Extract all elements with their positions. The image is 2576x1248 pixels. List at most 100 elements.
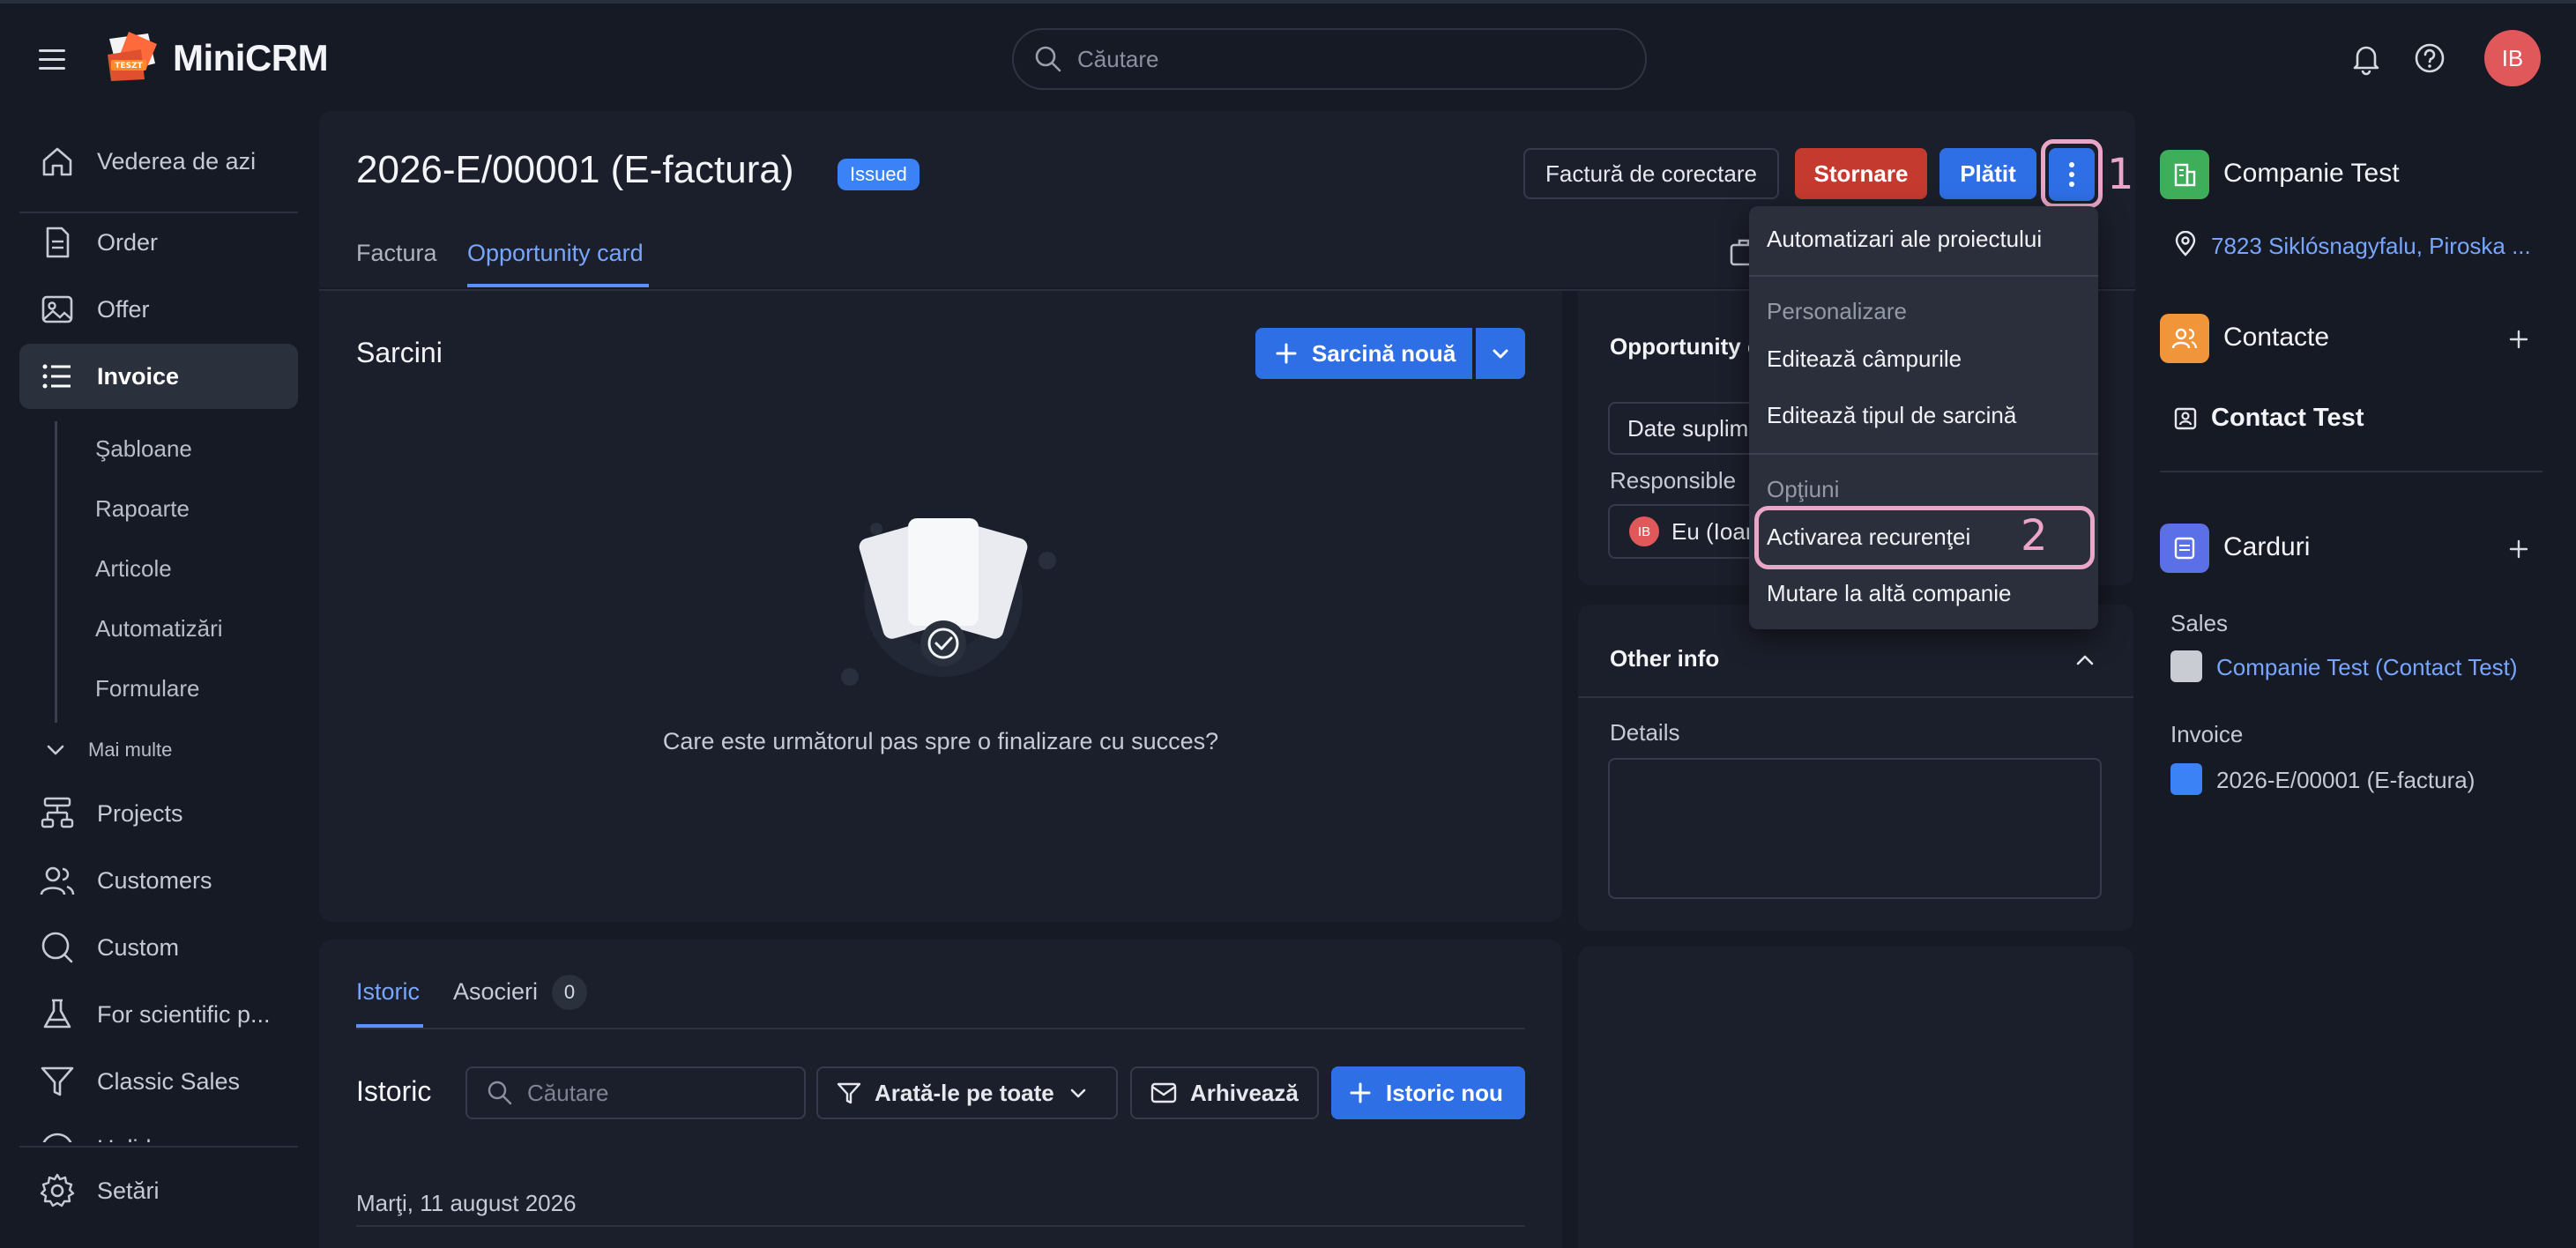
sidebar-item-label: Setări [97,1177,160,1204]
chevron-down-icon [1070,1088,1086,1098]
sidebar-item-classic-sales[interactable]: Classic Sales [19,1049,298,1114]
correction-invoice-button[interactable]: Factură de corectare [1523,148,1779,199]
sidebar-item-holidays-clip: Holidays [19,1116,298,1142]
add-card-plus-icon[interactable] [2505,536,2532,562]
responsible-avatar: IB [1629,516,1659,546]
empty-tasks-text: Care este următorul pas spre o finalizar… [662,728,1219,754]
search-icon [488,1081,512,1105]
history-search-input[interactable]: Căutare [465,1066,806,1119]
sidebar-divider [19,1146,298,1148]
sidebar-item-label: Offer [97,295,150,323]
storno-button[interactable]: Stornare [1795,148,1927,199]
sidebar-item-holidays[interactable]: Holidays [19,1116,298,1142]
additional-data-button[interactable]: Date suplim [1608,402,1767,455]
sidebar-item-order[interactable]: Order [19,210,298,275]
menu-item-edit-task-type[interactable]: Editează tipul de sarcină [1767,402,2016,429]
submenu-rail [55,421,57,723]
tab-opportunity-card[interactable]: Opportunity card [467,240,644,267]
sidebar-item-projects[interactable]: Projects [19,781,298,846]
company-icon [2160,150,2209,199]
sidebar-item-invoice[interactable]: Invoice [19,344,298,409]
funnel-icon [837,1082,861,1104]
briefcase-icon[interactable] [1728,236,1749,268]
history-date-divider [356,1225,1525,1227]
right-panel-divider [2160,471,2542,472]
tab-factura[interactable]: Factura [356,240,437,267]
gear-icon [40,1173,75,1207]
history-filter-dropdown[interactable]: Arată-le pe toate [816,1066,1118,1119]
details-textarea[interactable] [1608,758,2102,899]
responsible-label: Responsible [1610,467,1737,494]
menu-separator [1749,275,2098,277]
hierarchy-icon [41,797,74,828]
history-search-placeholder: Căutare [527,1079,609,1106]
hamburger-menu-icon[interactable] [35,44,71,76]
sidebar-item-label: Custom [97,933,180,961]
contact-name[interactable]: Contact Test [2211,404,2364,433]
sidebar-item-settings[interactable]: Setări [19,1158,298,1223]
image-icon [41,295,73,323]
menu-item-project-automations[interactable]: Automatizari ale proiectului [1767,226,2042,253]
notifications-bell-icon[interactable] [2349,41,2384,76]
sidebar-item-label: Invoice [97,362,180,390]
plus-icon [1276,343,1297,364]
chevron-down-icon [1493,349,1508,359]
invoice-card-value[interactable]: 2026-E/00001 (E-factura) [2216,767,2475,794]
new-task-button[interactable]: Sarcină nouă [1255,328,1472,379]
extra-panel [1578,947,2133,1248]
company-address-link[interactable]: 7823 Siklósnagyfalu, Piroska ... [2211,233,2531,260]
sidebar-subitem-forms[interactable]: Formulare [95,675,199,702]
sidebar-subitem-templates[interactable]: Şabloane [95,435,192,463]
funnel-icon [41,1066,74,1096]
sidebar-item-customers[interactable]: Customers [19,848,298,913]
search-icon [1035,46,1061,72]
sidebar-item-today[interactable]: Vederea de azi [19,129,298,194]
sidebar-item-scientific[interactable]: For scientific p... [19,982,298,1047]
svg-text:TESZT: TESZT [115,62,143,71]
umbrella-icon [42,1133,72,1142]
responsible-select[interactable]: IB Eu (Ioan [1608,504,1767,559]
sidebar-item-custom[interactable]: Custom [19,915,298,980]
user-avatar[interactable]: IB [2484,30,2541,86]
status-badge: Issued [838,159,919,190]
responsible-value: Eu (Ioan [1671,517,1759,545]
new-history-button[interactable]: Istoric nou [1331,1066,1525,1119]
company-name[interactable]: Companie Test [2223,159,2400,189]
sidebar-item-offer[interactable]: Offer [19,277,298,342]
contacts-icon [2160,314,2209,363]
sales-label: Sales [2170,610,2229,636]
filter-label: Arată-le pe toate [875,1079,1054,1106]
opportunity-card-title: Opportunity c [1610,333,1761,360]
menu-item-move-company[interactable]: Mutare la altă companie [1767,580,2011,607]
help-icon[interactable] [2412,41,2447,76]
sidebar-subitem-reports[interactable]: Rapoarte [95,495,190,523]
mail-icon [1150,1082,1177,1103]
archive-label: Arhivează [1190,1079,1299,1106]
history-title: Istoric [356,1075,432,1107]
tab-associations[interactable]: Asocieri [453,978,538,1006]
search-placeholder: Căutare [1077,45,1159,72]
empty-tasks-illustration [829,494,1058,696]
add-contact-plus-icon[interactable] [2505,326,2532,353]
tab-history[interactable]: Istoric [356,978,420,1006]
cards-title: Carduri [2223,532,2311,561]
menu-section-personalization: Personalizare [1767,298,1907,324]
flask-icon [43,999,71,1029]
sales-card-link[interactable]: Companie Test (Contact Test) [2216,654,2518,681]
menu-item-edit-fields[interactable]: Editează câmpurile [1767,345,1962,373]
sidebar-item-label: Classic Sales [97,1067,241,1095]
new-task-dropdown-button[interactable] [1476,328,1525,379]
history-date-heading: Marţi, 11 august 2026 [356,1190,577,1216]
sidebar-more-toggle[interactable]: Mai multe [42,737,172,763]
chevron-up-icon[interactable] [2072,647,2098,673]
minicrm-logo[interactable]: TESZT [102,28,162,85]
sidebar-subitem-articles[interactable]: Articole [95,555,172,583]
sidebar-item-label: Projects [97,799,183,827]
details-label: Details [1610,719,1680,746]
paid-button[interactable]: Plătit [1939,148,2036,199]
global-search-input[interactable]: Căutare [1012,28,1647,90]
archive-button[interactable]: Arhivează [1130,1066,1319,1119]
sidebar-subitem-automations[interactable]: Automatizări [95,615,223,643]
annotation-number-1: 1 [2107,150,2134,199]
sidebar-item-label: Order [97,228,159,256]
